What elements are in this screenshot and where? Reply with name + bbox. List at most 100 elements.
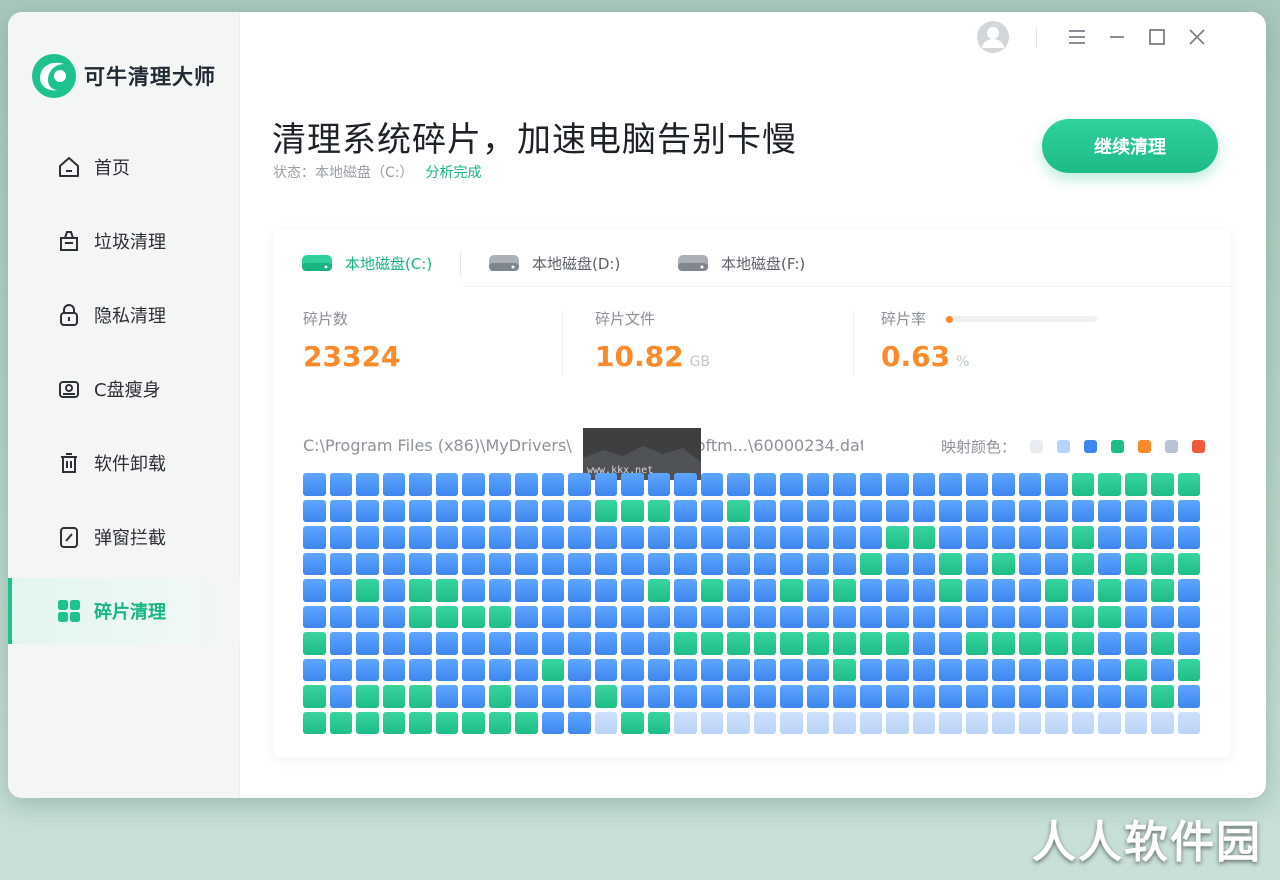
fragment-block [700, 632, 723, 655]
fragment-block [568, 526, 591, 549]
fragment-block [303, 579, 326, 602]
fragment-block [1151, 473, 1174, 496]
fragment-block [939, 473, 962, 496]
fragment-block [1071, 499, 1094, 522]
uninstall-icon [56, 450, 82, 476]
sidebar-item-defrag[interactable]: 碎片清理 [8, 578, 240, 644]
app-logo: 可牛清理大师 [30, 52, 216, 100]
fragment-block [806, 685, 829, 708]
fragment-block [488, 579, 511, 602]
tab-disk-f[interactable]: 本地磁盘(F:) [677, 240, 805, 286]
sidebar-item-popup-block[interactable]: 弹窗拦截 [8, 504, 240, 570]
fragment-block [886, 579, 909, 602]
sidebar-nav: 首页 垃圾清理 隐私清理 C盘瘦身 软件卸载 弹窗拦截 碎片清理 [8, 134, 240, 652]
fragment-block [886, 473, 909, 496]
fragment-stats: 碎片数 23324 碎片文件 10.82 GB 碎片率 0.63% [273, 308, 1231, 388]
fragment-block [329, 632, 352, 655]
fragment-block [753, 552, 776, 575]
fragment-block [647, 658, 670, 681]
fragment-block [700, 685, 723, 708]
fragment-block [1098, 552, 1121, 575]
fragment-block [886, 526, 909, 549]
fragment-block [806, 526, 829, 549]
menu-icon[interactable] [1062, 22, 1092, 52]
fragment-block [409, 685, 432, 708]
stat-divider [562, 310, 563, 376]
stat-value: 23324 [303, 340, 400, 373]
fragment-block [674, 499, 697, 522]
lock-icon [56, 302, 82, 328]
fragment-block [1151, 526, 1174, 549]
fragment-block [647, 632, 670, 655]
sidebar-item-privacy-clean[interactable]: 隐私清理 [8, 282, 240, 348]
fragment-block [992, 605, 1015, 628]
fragment-block [939, 526, 962, 549]
fragment-block [939, 579, 962, 602]
app-window: 可牛清理大师 首页 垃圾清理 隐私清理 C盘瘦身 软件卸载 弹窗拦截 碎片清理 … [8, 12, 1266, 798]
fragment-block [780, 526, 803, 549]
path-head: C:\Program Files (x86)\MyDrivers\ [303, 436, 572, 455]
fragment-block [303, 711, 326, 734]
fragment-block [780, 552, 803, 575]
fragment-block [515, 526, 538, 549]
fragment-block [753, 605, 776, 628]
tab-underline [463, 286, 1231, 287]
fragment-block [1018, 711, 1041, 734]
fragment-block [1071, 632, 1094, 655]
title-bar-divider [1036, 26, 1037, 48]
fragment-block [674, 711, 697, 734]
fragment-block [1177, 579, 1200, 602]
fragment-block [1151, 552, 1174, 575]
fragment-block [1124, 605, 1147, 628]
fragment-block [1177, 685, 1200, 708]
fragment-block [303, 526, 326, 549]
fragment-block [727, 579, 750, 602]
fragment-block [488, 632, 511, 655]
sidebar-item-home[interactable]: 首页 [8, 134, 240, 200]
fragment-map [303, 473, 1203, 734]
fragment-block [541, 499, 564, 522]
fragment-block [541, 711, 564, 734]
fragment-block [1018, 685, 1041, 708]
close-icon[interactable] [1182, 22, 1212, 52]
fragment-block [303, 473, 326, 496]
avatar-icon[interactable] [976, 20, 1010, 54]
fragment-block [435, 658, 458, 681]
tab-disk-d[interactable]: 本地磁盘(D:) [488, 240, 620, 286]
fragment-block [1098, 605, 1121, 628]
fragment-block [1124, 658, 1147, 681]
fragment-block [859, 473, 882, 496]
fragment-block [965, 632, 988, 655]
trash-bag-icon [56, 228, 82, 254]
fragment-block [382, 526, 405, 549]
fragment-block [939, 711, 962, 734]
fragment-block [303, 552, 326, 575]
fragment-block [409, 632, 432, 655]
minimize-icon[interactable] [1102, 22, 1132, 52]
app-name: 可牛清理大师 [84, 65, 216, 89]
fragment-block [488, 658, 511, 681]
continue-clean-button[interactable]: 继续清理 [1042, 119, 1218, 173]
fragments-count: 23324 [303, 340, 401, 373]
sidebar-item-label: 碎片清理 [94, 602, 166, 623]
fragment-block [462, 473, 485, 496]
tab-disk-c[interactable]: 本地磁盘(C:) [301, 240, 432, 286]
legend-swatch [1192, 440, 1205, 453]
fragment-block [1045, 605, 1068, 628]
fragment-block [1151, 632, 1174, 655]
sidebar-item-c-drive-slim[interactable]: C盘瘦身 [8, 356, 240, 422]
sidebar-item-junk-clean[interactable]: 垃圾清理 [8, 208, 240, 274]
sidebar-item-uninstall[interactable]: 软件卸载 [8, 430, 240, 496]
fragment-block [1018, 632, 1041, 655]
fragment-block [700, 499, 723, 522]
files-unit: GB [689, 354, 711, 370]
fragment-block [409, 711, 432, 734]
fragment-block [780, 658, 803, 681]
maximize-icon[interactable] [1142, 22, 1172, 52]
fragment-block [806, 632, 829, 655]
fragment-block [329, 711, 352, 734]
legend-swatch [1084, 440, 1097, 453]
fragment-block [833, 658, 856, 681]
fragment-block [727, 658, 750, 681]
sidebar-item-label: C盘瘦身 [94, 380, 161, 401]
